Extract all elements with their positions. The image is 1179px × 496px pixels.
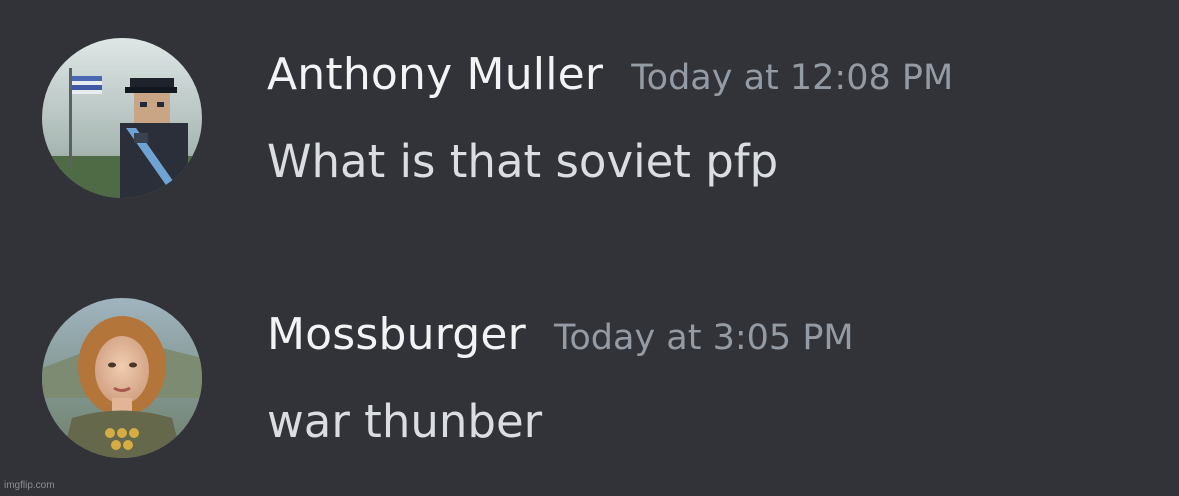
message-header: Mossburger Today at 3:05 PM	[267, 306, 854, 364]
message-content: war thunber	[267, 395, 543, 448]
username[interactable]: Anthony Muller	[267, 49, 603, 100]
message-header: Anthony Muller Today at 12:08 PM	[267, 46, 953, 104]
message-anthony-muller: Anthony Muller Today at 12:08 PM What is …	[0, 38, 1179, 198]
soldier-woman-portrait-avatar-icon	[42, 298, 202, 458]
timestamp: Today at 12:08 PM	[631, 58, 954, 98]
timestamp: Today at 3:05 PM	[553, 318, 854, 358]
message-mossburger: Mossburger Today at 3:05 PM war thunber	[0, 298, 1179, 458]
message-content: What is that soviet pfp	[267, 135, 779, 188]
avatar[interactable]	[42, 298, 202, 458]
imgflip-watermark: imgflip.com	[4, 480, 55, 491]
username[interactable]: Mossburger	[267, 309, 526, 360]
blocky-character-with-flag-avatar-icon	[42, 38, 202, 198]
avatar[interactable]	[42, 38, 202, 198]
